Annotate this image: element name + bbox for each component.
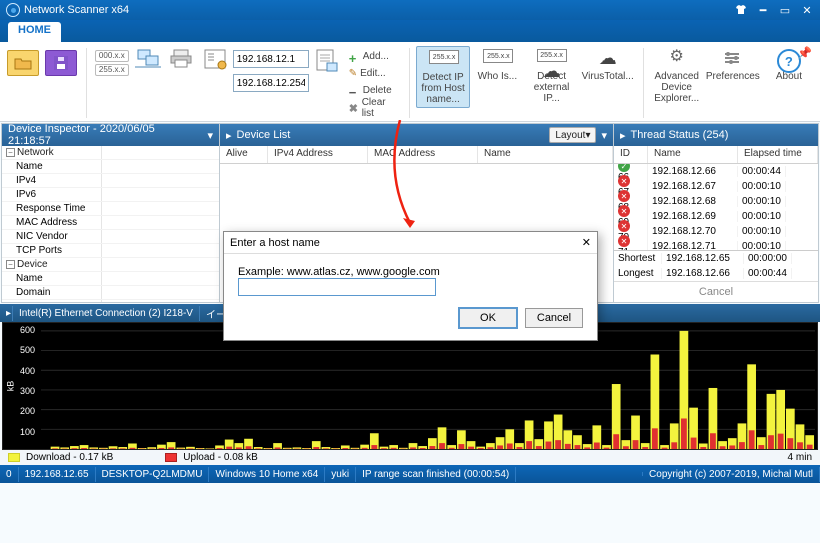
preferences-button[interactable]: Preferences xyxy=(704,46,762,84)
tree-item[interactable]: NIC Vendor xyxy=(2,230,102,243)
tab-strip: HOME xyxy=(0,20,820,42)
tree-item[interactable]: TCP Ports xyxy=(2,244,102,257)
upload-swatch xyxy=(165,453,177,462)
tree-item[interactable]: User xyxy=(2,300,102,302)
ok-button[interactable]: OK xyxy=(459,308,517,328)
detect-ip-button[interactable]: 255.x.x Detect IP from Host name... xyxy=(416,46,470,108)
open-icon[interactable] xyxy=(7,50,39,76)
error-icon: ✕ xyxy=(618,175,630,187)
tree-item[interactable]: IPv4 xyxy=(2,174,102,187)
error-icon: ✕ xyxy=(618,205,630,217)
minimize-icon[interactable]: ━ xyxy=(752,1,774,19)
app-window: Network Scanner x64 ━ ▭ ✕ HOME 000.x.x 2… xyxy=(0,0,820,543)
panel-menu-icon[interactable]: ▾ xyxy=(207,129,213,142)
advanced-device-button[interactable]: ⚙ Advanced Device Explorer... xyxy=(650,46,704,106)
nic-label: Intel(R) Ethernet Connection (2) I218-V xyxy=(13,306,200,321)
column-header[interactable]: MAC Address xyxy=(368,146,478,163)
close-icon[interactable]: ✕ xyxy=(796,1,818,19)
device-list-title: Device List xyxy=(237,129,291,141)
cancel-button[interactable]: Cancel xyxy=(525,308,583,328)
thread-title: Thread Status (254) xyxy=(631,129,729,141)
maximize-icon[interactable]: ▭ xyxy=(774,1,796,19)
thread-row[interactable]: ✕ 71192.168.12.7100:00:10 xyxy=(614,239,818,250)
tree-item[interactable]: Domain xyxy=(2,286,102,299)
add-cmd[interactable]: +Add... xyxy=(345,48,401,65)
devices-icon: ⚙ xyxy=(663,49,691,69)
dialog-example: Example: www.atlas.cz, www.google.com xyxy=(238,266,440,278)
cancel-threads-button[interactable]: Cancel xyxy=(699,286,733,298)
tree-group[interactable]: −Network xyxy=(2,146,102,159)
x-axis-label: 4 min xyxy=(788,452,812,463)
column-header[interactable]: Alive xyxy=(220,146,268,163)
tree-item[interactable]: MAC Address xyxy=(2,216,102,229)
inspector-title: Device Inspector - 2020/06/05 21:18:57 xyxy=(8,123,197,147)
error-icon: ✕ xyxy=(618,235,630,247)
prefs-icon xyxy=(719,49,747,69)
ip-from-input[interactable] xyxy=(233,50,309,68)
ribbon: 000.x.x 255.x.x +Add... ✎Edit... −Delete… xyxy=(0,42,820,122)
thread-toggle-icon[interactable]: ▸ xyxy=(620,129,626,142)
tree-item[interactable]: Name xyxy=(2,160,102,173)
hostname-dialog: Enter a host name ✕ Example: www.atlas.cz… xyxy=(223,231,598,341)
dialog-title: Enter a host name xyxy=(230,237,320,249)
error-icon: ✕ xyxy=(618,220,630,232)
device-inspector-panel: Device Inspector - 2020/06/05 21:18:57▾ … xyxy=(2,124,220,302)
scanner-icon[interactable] xyxy=(134,48,162,70)
dialog-close-icon[interactable]: ✕ xyxy=(582,236,591,249)
column-header[interactable]: IPv4 Address xyxy=(268,146,368,163)
thread-status-panel: ▸Thread Status (254) IDNameElapsed time … xyxy=(614,124,818,302)
traffic-chart: kB 600500400300200100 xyxy=(2,322,818,450)
save-icon[interactable] xyxy=(45,50,77,76)
list-icon[interactable] xyxy=(202,48,230,70)
edit-cmd[interactable]: ✎Edit... xyxy=(345,65,401,82)
tshirt-icon[interactable] xyxy=(730,1,752,19)
pin-icon[interactable]: 📌 xyxy=(797,46,812,60)
tree-item[interactable]: Response Time xyxy=(2,202,102,215)
app-icon xyxy=(6,3,20,17)
whois-button[interactable]: 255.x.x Who Is... xyxy=(470,46,524,84)
printer-icon[interactable] xyxy=(168,48,196,70)
clear-cmd[interactable]: ✖Clear list xyxy=(345,99,401,116)
column-header[interactable]: Name xyxy=(478,146,613,163)
check-icon: ✓ xyxy=(618,164,630,172)
layout-button[interactable]: Layout ▾ xyxy=(549,127,596,143)
ip-first-chip[interactable]: 000.x.x xyxy=(95,50,129,62)
tree-item[interactable]: Name xyxy=(2,272,102,285)
cloud-icon: ☁ xyxy=(543,62,561,80)
doc-icon[interactable] xyxy=(313,48,339,74)
status-bar: 0 192.168.12.65 DESKTOP-Q2LMDMU Windows … xyxy=(0,465,820,483)
tree-item[interactable]: IPv6 xyxy=(2,188,102,201)
download-swatch xyxy=(8,453,20,462)
detect-external-button[interactable]: 255.x.x☁ Detect external IP... xyxy=(524,46,578,106)
titlebar[interactable]: Network Scanner x64 ━ ▭ ✕ xyxy=(0,0,820,20)
cloud-flag-icon: ☁ xyxy=(594,49,622,69)
window-title: Network Scanner x64 xyxy=(24,4,129,16)
list-toggle-icon[interactable]: ▸ xyxy=(226,129,232,142)
ip-last-chip[interactable]: 255.x.x xyxy=(95,64,129,76)
tab-home[interactable]: HOME xyxy=(8,22,61,42)
chart-legend: Download - 0.17 kB Upload - 0.08 kB 4 mi… xyxy=(0,450,820,465)
tree-group[interactable]: −Device xyxy=(2,258,102,271)
error-icon: ✕ xyxy=(618,190,630,202)
ip-to-input[interactable] xyxy=(233,74,309,92)
virustotal-button[interactable]: ☁ VirusTotal... xyxy=(579,46,637,84)
hostname-input[interactable] xyxy=(238,278,436,296)
panel-menu-icon[interactable]: ▾ xyxy=(601,129,607,142)
